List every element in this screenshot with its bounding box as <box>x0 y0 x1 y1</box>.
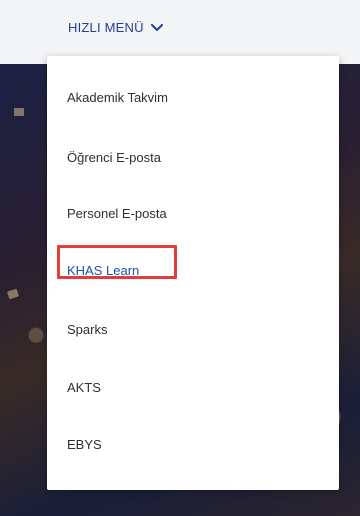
background-confetti <box>7 288 19 300</box>
menu-item-akts[interactable]: AKTS <box>67 380 101 395</box>
menu-item-khas-learn[interactable]: KHAS Learn <box>67 263 139 278</box>
menu-item-ogrenci-eposta[interactable]: Öğrenci E-posta <box>67 150 161 165</box>
background-confetti <box>14 108 24 116</box>
chevron-down-icon <box>150 23 163 32</box>
menu-item-ebys[interactable]: EBYS <box>67 437 102 452</box>
menu-item-personel-eposta[interactable]: Personel E-posta <box>67 206 167 221</box>
menu-item-sparks[interactable]: Sparks <box>67 322 107 337</box>
top-bar: HIZLI MENÜ <box>0 0 360 64</box>
menu-item-akademik-takvim[interactable]: Akademik Takvim <box>67 90 168 105</box>
quick-menu-dropdown: Akademik Takvim Öğrenci E-posta Personel… <box>47 56 339 490</box>
quick-menu-label: HIZLI MENÜ <box>68 20 144 35</box>
quick-menu-toggle[interactable]: HIZLI MENÜ <box>68 20 163 35</box>
